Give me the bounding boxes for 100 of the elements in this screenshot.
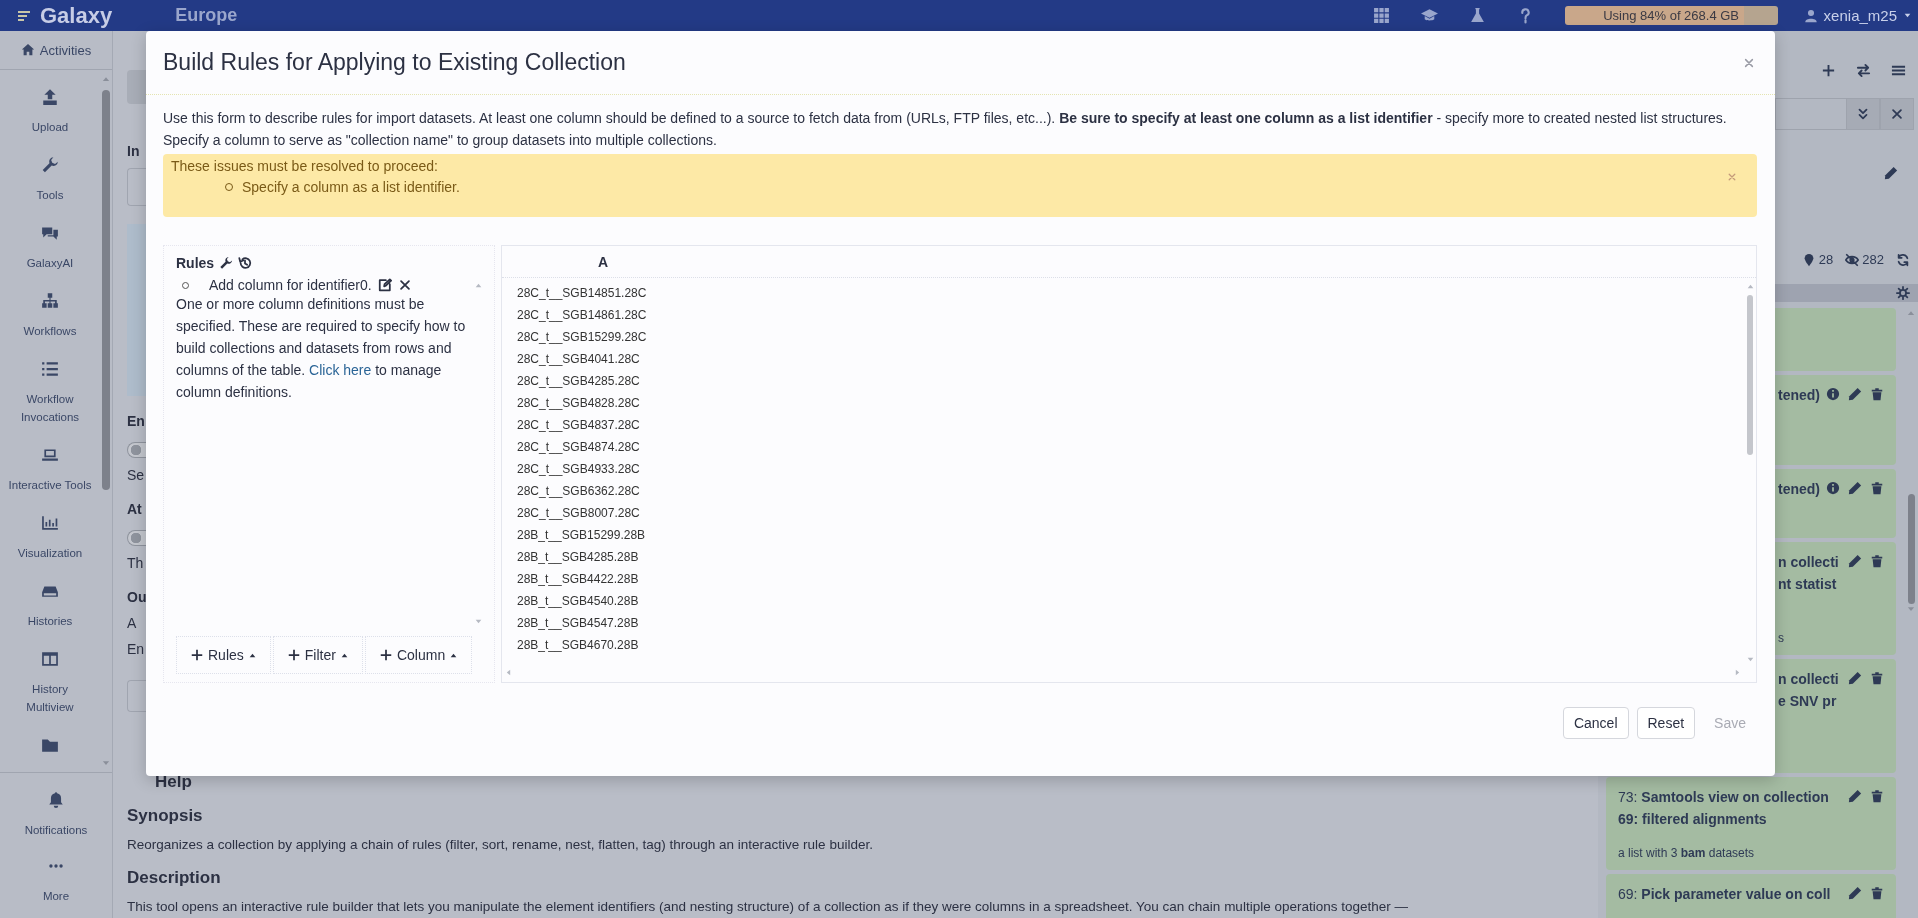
item-title: n collecti [1778, 671, 1839, 687]
trash-icon[interactable] [1870, 387, 1884, 401]
item-title: e SNV pr [1778, 693, 1838, 709]
activity-label[interactable]: Workflow Invocations [8, 390, 92, 426]
flask-icon[interactable] [1468, 7, 1486, 24]
activity-label[interactable]: Upload [31, 118, 69, 136]
advanced-search-button[interactable] [1846, 98, 1880, 130]
activity-label[interactable]: Workflows [23, 322, 77, 340]
clear-search-button[interactable] [1880, 98, 1914, 130]
info-icon[interactable] [1826, 481, 1840, 495]
username[interactable]: xenia_m25 [1823, 7, 1897, 24]
activity-label[interactable]: Histories [27, 612, 73, 630]
laptop-icon[interactable] [41, 446, 59, 464]
table-cell-text: 28C_t__SGB4874.28C [517, 439, 641, 456]
pencil-icon[interactable] [1848, 387, 1862, 401]
table-cell-text: 28B_t__SGB4670.28B [517, 637, 640, 654]
item-title: tened) [1778, 481, 1820, 497]
bar-chart-icon[interactable] [41, 514, 59, 532]
add-rule-button[interactable]: Column [364, 636, 473, 674]
section-text: Reorganizes a collection by applying a chain of rules (filter, sort, rename, nest, flatten, tag) through an interactive rule builder. [127, 836, 873, 854]
refresh-icon[interactable] [1896, 252, 1910, 267]
list-icon[interactable] [41, 360, 59, 378]
toggle-switch[interactable] [127, 530, 147, 546]
table-cell-text: 28B_t__SGB4547.28B [517, 615, 640, 632]
grid-icon[interactable] [1372, 7, 1390, 24]
scrollbar-thumb[interactable] [1907, 494, 1915, 604]
trash-icon[interactable] [1870, 789, 1884, 803]
dialog-button[interactable]: Reset [1636, 707, 1696, 739]
activity-label[interactable]: GalaxyAI [26, 254, 74, 272]
folder-icon[interactable] [41, 736, 59, 754]
table-cell-text: 28C_t__SGB6362.28C [517, 483, 641, 500]
close-icon[interactable] [1743, 56, 1755, 69]
trash-icon[interactable] [1870, 671, 1884, 685]
user-icon[interactable] [1803, 8, 1818, 23]
upload-icon[interactable] [41, 88, 59, 106]
home-icon [20, 43, 35, 57]
back-button[interactable] [127, 70, 147, 104]
toggle-switch[interactable] [127, 442, 147, 458]
form-label: In [127, 142, 140, 160]
table-cell-text: 28B_t__SGB4540.28B [517, 593, 640, 610]
switch-arrows-icon[interactable] [1856, 63, 1871, 78]
trash-icon[interactable] [1870, 481, 1884, 495]
item-title: 69: filtered alignments [1618, 811, 1768, 827]
table-cell-text: 28B_t__SGB4422.28B [517, 571, 640, 588]
table-cell-text: 28C_t__SGB15299.28C [517, 329, 648, 346]
dialog-button[interactable]: Cancel [1562, 707, 1629, 739]
delete-icon[interactable] [397, 278, 412, 292]
settings-icon[interactable] [1896, 286, 1910, 300]
menu-icon[interactable] [1891, 63, 1906, 78]
activity-label[interactable]: More [42, 887, 70, 905]
history-icon[interactable] [238, 256, 253, 270]
plus-icon[interactable] [1821, 63, 1836, 78]
info-icon[interactable] [1826, 387, 1840, 401]
scrollbar-thumb[interactable] [102, 90, 110, 490]
plus-icon [378, 648, 393, 662]
form-label: Ou [127, 588, 147, 606]
eye-slash-icon[interactable] [1845, 252, 1860, 267]
section-heading: Synopsis [127, 805, 203, 827]
rule-item: Add column for identifier0. [209, 277, 372, 293]
add-rule-button[interactable]: Filter [272, 636, 363, 674]
activity-label[interactable]: Visualization [17, 544, 83, 562]
count-label[interactable]: 282 [1862, 252, 1884, 267]
double-chevron-icon [1856, 107, 1870, 121]
activity-label[interactable]: History Multiview [8, 680, 92, 716]
item-title: nt statist [1778, 576, 1838, 592]
activity-label[interactable]: Notifications [24, 821, 88, 839]
trash-icon[interactable] [1870, 886, 1884, 900]
table-cell-text: 28C_t__SGB4933.28C [517, 461, 641, 478]
table-header-cell[interactable]: A [598, 253, 609, 270]
wrench-icon[interactable] [219, 256, 234, 270]
storage-meter[interactable]: Using 84% of 268.4 GB [1564, 6, 1778, 25]
manage-columns-link[interactable]: Click here [309, 362, 372, 378]
pencil-icon[interactable] [1848, 886, 1862, 900]
activity-label[interactable]: Tools [36, 186, 64, 204]
bell-icon[interactable] [47, 791, 65, 809]
item-title: n collecti [1778, 554, 1839, 570]
trash-icon[interactable] [1870, 554, 1884, 568]
pencil-icon[interactable] [1848, 671, 1862, 685]
section-heading: Description [127, 867, 221, 889]
brand-name[interactable]: Galaxy [40, 2, 113, 29]
columns-icon[interactable] [41, 650, 59, 668]
chat-bubbles-icon[interactable] [41, 224, 59, 242]
sitemap-icon[interactable] [41, 292, 59, 310]
activities-header[interactable]: Activities [0, 31, 112, 70]
scrollbar-thumb[interactable] [1747, 295, 1753, 455]
dialog-description: Use this form to describe rules for import datasets. At least one column should be defined to a source to fetch data from (URLs, FTP files, etc...). Be sure to specify at least one column as a list identifier - specify more to created nested list structures. Specify a column to serve as "collection name" to group datasets into multiple collections. [163, 109, 1728, 150]
add-rule-button[interactable]: Rules [176, 636, 271, 674]
activity-label[interactable]: Interactive Tools [8, 476, 92, 494]
pencil-icon[interactable] [1848, 481, 1862, 495]
count-label[interactable]: 28 [1818, 252, 1834, 267]
pencil-icon[interactable] [1884, 166, 1898, 180]
caret-icon[interactable] [1903, 11, 1912, 20]
pencil-icon[interactable] [1848, 554, 1862, 568]
table-cell-text: 28C_t__SGB14851.28C [517, 285, 648, 302]
history-item[interactable]: 69: Pick parameter value on coll [1606, 874, 1896, 918]
pencil-icon[interactable] [1848, 789, 1862, 803]
edit-icon[interactable] [377, 278, 392, 292]
item-subtitle: s [1778, 631, 1785, 645]
table-cell-text: 28C_t__SGB14861.28C [517, 307, 648, 324]
history-item[interactable]: 73: Samtools view on collection 69: filtered alignments a list with 3 bam datasets [1606, 777, 1896, 870]
